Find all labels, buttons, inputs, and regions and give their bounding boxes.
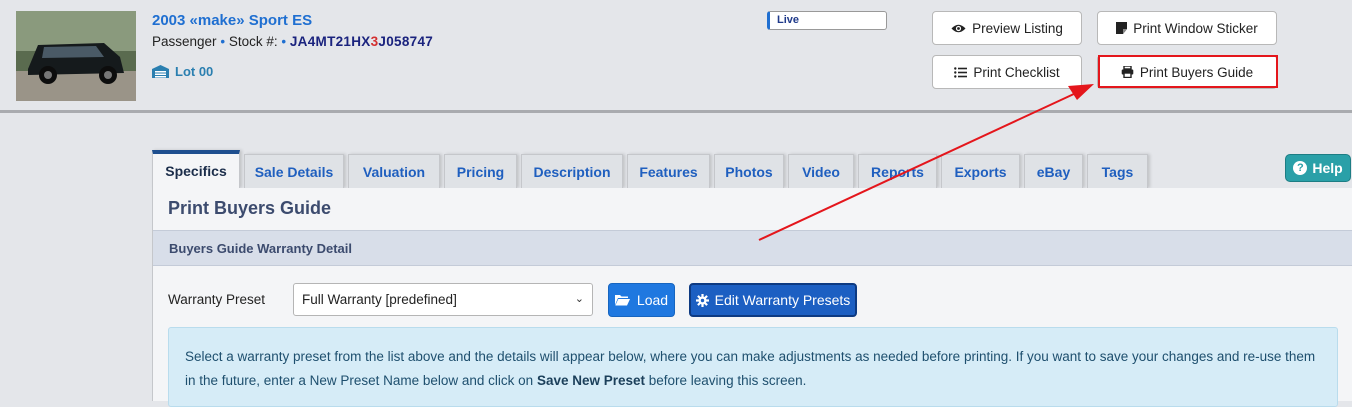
separator-dot: • <box>281 34 287 49</box>
help-button[interactable]: ? Help <box>1285 154 1351 182</box>
list-icon <box>954 66 968 78</box>
warranty-preset-select[interactable]: Full Warranty [predefined] ⌄ <box>293 283 593 316</box>
print-checklist-label: Print Checklist <box>973 64 1060 80</box>
edit-warranty-presets-button[interactable]: Edit Warranty Presets <box>689 283 857 317</box>
tab-bar: Specifics Sale Details Valuation Pricing… <box>152 150 1152 188</box>
vehicle-type: Passenger <box>152 34 217 49</box>
tab-exports[interactable]: Exports <box>941 154 1020 188</box>
print-buyers-guide-button[interactable]: Print Buyers Guide <box>1097 55 1277 89</box>
preview-listing-button[interactable]: Preview Listing <box>932 11 1082 45</box>
eye-icon <box>951 24 966 32</box>
tab-sale-details[interactable]: Sale Details <box>244 154 344 188</box>
page-title: Print Buyers Guide <box>168 198 332 218</box>
print-buyers-guide-label: Print Buyers Guide <box>1139 64 1254 80</box>
preview-listing-label: Preview Listing <box>972 20 1063 36</box>
tab-photos[interactable]: Photos <box>714 154 784 188</box>
header-divider <box>0 110 1352 113</box>
tab-valuation[interactable]: Valuation <box>348 154 440 188</box>
warranty-preset-label: Warranty Preset <box>168 292 266 307</box>
tab-reports[interactable]: Reports <box>858 154 937 188</box>
tab-specifics[interactable]: Specifics <box>152 150 240 188</box>
info-alert: Select a warranty preset from the list a… <box>168 327 1338 407</box>
printer-icon <box>1121 66 1134 78</box>
specifics-panel: Print Buyers Guide Buyers Guide Warranty… <box>152 188 1352 407</box>
tab-features[interactable]: Features <box>627 154 710 188</box>
question-icon: ? <box>1293 161 1308 175</box>
vehicle-title[interactable]: 2003 «make» Sport ES <box>152 12 312 29</box>
print-window-sticker-label: Print Window Sticker <box>1133 20 1258 36</box>
edit-warranty-presets-label: Edit Warranty Presets <box>714 292 851 308</box>
garage-icon <box>152 65 169 78</box>
load-button[interactable]: Load <box>608 283 675 317</box>
lot-label: Lot 00 <box>175 64 214 79</box>
vin-number: JA4MT21HX3J058747 <box>289 34 434 49</box>
chevron-down-icon: ⌄ <box>574 293 584 305</box>
section-title: Buyers Guide Warranty Detail <box>169 241 353 256</box>
gear-icon <box>695 293 709 307</box>
tab-description[interactable]: Description <box>521 154 623 188</box>
warranty-preset-value: Full Warranty [predefined] <box>302 292 457 307</box>
help-label: Help <box>1312 160 1343 176</box>
tab-pricing[interactable]: Pricing <box>444 154 517 188</box>
vehicle-subtitle: Passenger • Stock #: • JA4MT21HX3J058747 <box>152 34 433 49</box>
section-header: Buyers Guide Warranty Detail <box>153 230 1352 266</box>
vehicle-header: 2003 «make» Sport ES Passenger • Stock #… <box>0 0 1352 110</box>
folder-open-icon <box>614 295 630 306</box>
vehicle-thumbnail[interactable] <box>16 11 136 101</box>
separator-dot: • <box>220 34 226 49</box>
stock-label: Stock #: <box>228 34 278 49</box>
print-window-sticker-button[interactable]: Print Window Sticker <box>1097 11 1277 45</box>
lot-link[interactable]: Lot 00 <box>152 64 213 79</box>
tab-ebay[interactable]: eBay <box>1024 154 1083 188</box>
tab-tags[interactable]: Tags <box>1087 154 1148 188</box>
print-checklist-button[interactable]: Print Checklist <box>932 55 1082 89</box>
sticky-note-icon <box>1116 22 1128 34</box>
load-label: Load <box>636 292 669 308</box>
tab-video[interactable]: Video <box>788 154 854 188</box>
status-badge: Live <box>767 11 887 30</box>
